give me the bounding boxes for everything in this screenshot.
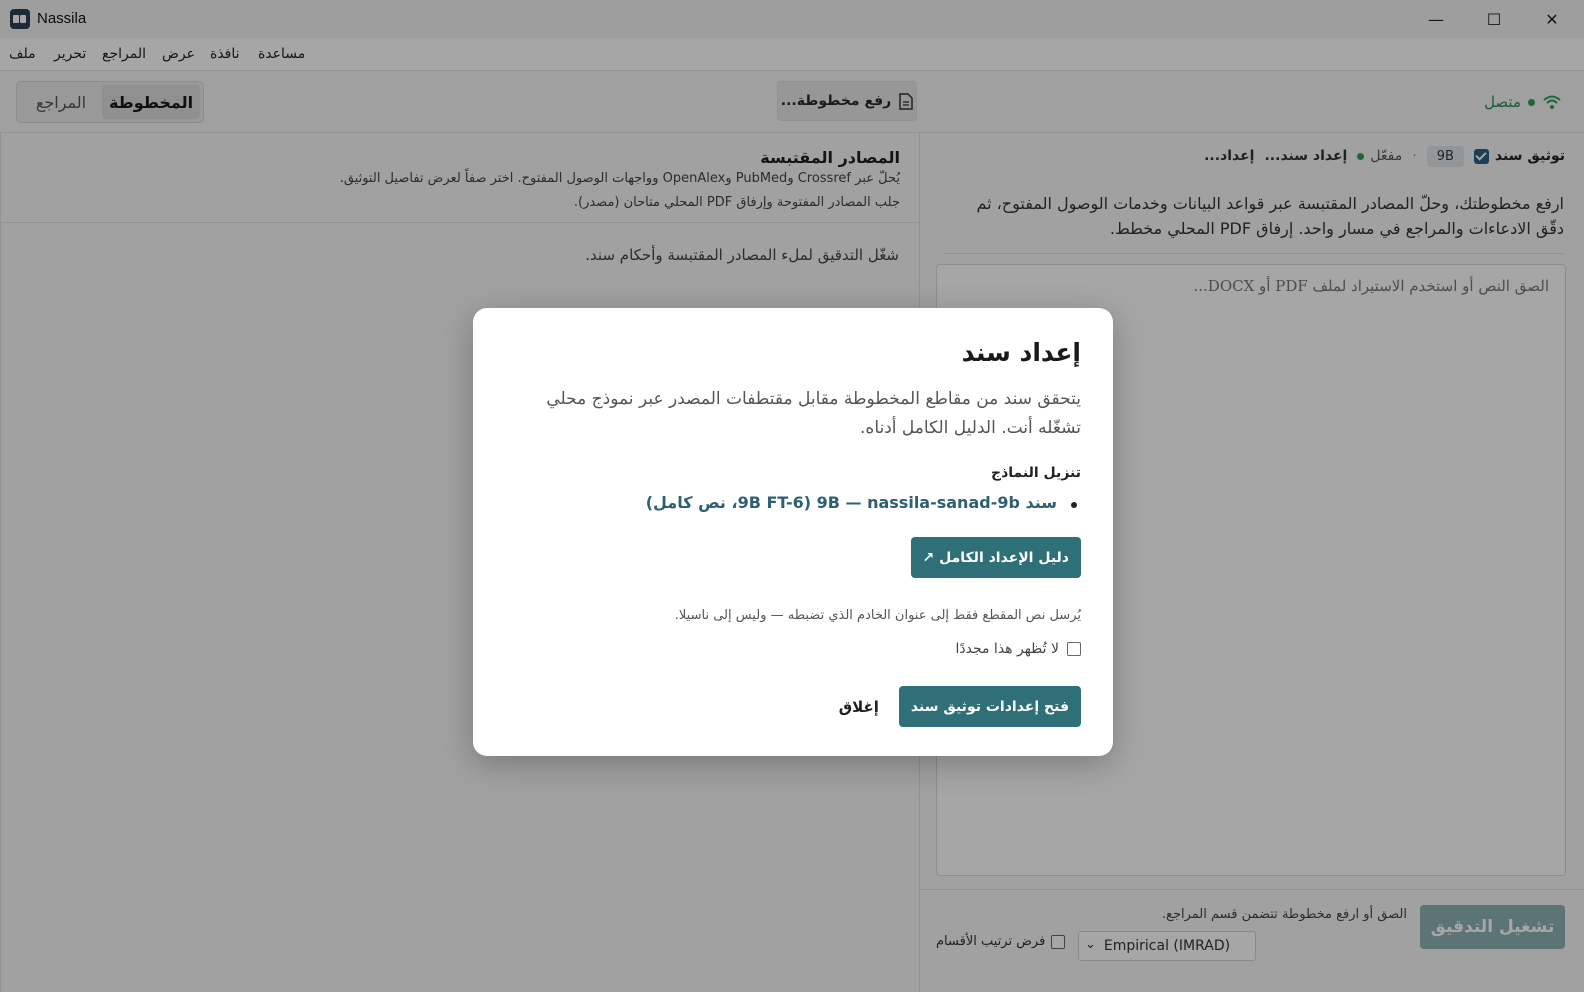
sanad-setup-dialog: إعداد سند يتحقق سند من مقاطع المخطوطة مق… — [473, 308, 1113, 756]
full-guide-button[interactable]: دليل الإعداد الكامل ↗ — [910, 537, 1081, 578]
dialog-actions: فتح إعدادات توثيق سند إغلاق — [839, 686, 1081, 727]
dialog-description: يتحقق سند من مقاطع المخطوطة مقابل مقتطفا… — [546, 389, 1081, 438]
privacy-note: يُرسل نص المقطع فقط إلى عنوان الخادم الذ… — [674, 608, 1081, 623]
models-list: سند 9B — nassila-sanad-9b (9B FT-6، نص ك… — [505, 493, 1081, 512]
open-sanad-settings-button[interactable]: فتح إعدادات توثيق سند — [898, 686, 1081, 727]
dont-show-again[interactable]: لا تُظهر هذا مجددًا — [505, 641, 1081, 657]
dont-show-label: لا تُظهر هذا مجددًا — [955, 641, 1059, 657]
models-subtitle: تنزيل النماذج — [991, 465, 1081, 481]
model-link[interactable]: سند 9B — nassila-sanad-9b (9B FT-6، نص ك… — [505, 493, 1077, 512]
close-dialog-button[interactable]: إغلاق — [839, 698, 879, 716]
dont-show-checkbox[interactable] — [1067, 642, 1081, 656]
dialog-title: إعداد سند — [961, 338, 1081, 367]
